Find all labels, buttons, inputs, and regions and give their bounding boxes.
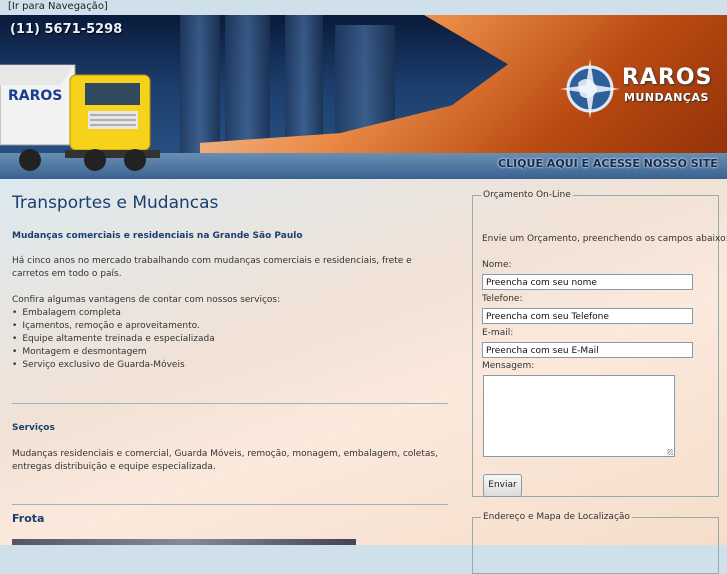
phone-label: Telefone: bbox=[482, 294, 523, 304]
email-input[interactable]: Preencha com seu E-Mail bbox=[482, 342, 693, 358]
services-paragraph: Mudanças residenciais e comercial, Guard… bbox=[12, 449, 438, 472]
quote-form: Orçamento On-Line Envie um Orçamento, pr… bbox=[472, 190, 727, 497]
page-subtitle: Mudanças comerciais e residenciais na Gr… bbox=[12, 231, 303, 241]
intro-paragraph: Há cinco anos no mercado trabalhando com… bbox=[12, 256, 412, 279]
advantages-heading: Confira algumas vantagens de contar com … bbox=[12, 295, 281, 305]
globe-icon bbox=[560, 59, 620, 119]
list-item: Equipe altamente treinada e especializad… bbox=[12, 333, 214, 346]
name-label: Nome: bbox=[482, 260, 512, 270]
skip-navigation-link[interactable]: [Ir para Navegação] bbox=[8, 0, 108, 14]
list-item: Embalagem completa bbox=[12, 307, 215, 320]
raros-logo[interactable]: RAROS MUNDANÇAS bbox=[558, 57, 718, 137]
building-graphic bbox=[180, 15, 220, 155]
name-input[interactable]: Preencha com seu nome bbox=[482, 274, 693, 290]
submit-button[interactable]: Enviar bbox=[483, 474, 522, 497]
message-textarea[interactable] bbox=[483, 375, 675, 457]
divider bbox=[12, 403, 448, 404]
visit-site-link[interactable]: CLIQUE AQUI E ACESSE NOSSO SITE bbox=[498, 157, 718, 170]
divider bbox=[12, 504, 448, 505]
logo-subtitle: MUNDANÇAS bbox=[624, 91, 709, 104]
quote-form-legend: Orçamento On-Line bbox=[483, 190, 571, 200]
services-title: Serviços bbox=[12, 423, 55, 433]
phone-number: (11) 5671-5298 bbox=[10, 22, 123, 37]
fleet-title: Frota bbox=[12, 512, 45, 525]
list-item: Montagem e desmontagem bbox=[12, 346, 215, 359]
phone-input[interactable]: Preencha com seu Telefone bbox=[482, 308, 693, 324]
location-box: Endereço e Mapa de Localização bbox=[472, 512, 719, 574]
logo-title: RAROS bbox=[622, 65, 713, 90]
building-graphic bbox=[285, 15, 323, 155]
advantages-list: Embalagem completa Içamentos, remoção e … bbox=[12, 307, 215, 372]
building-graphic bbox=[225, 15, 270, 155]
truck-image: RAROS bbox=[0, 64, 160, 171]
fleet-image bbox=[12, 539, 356, 545]
quote-form-intro: Envie um Orçamento, preenchendo os campo… bbox=[482, 234, 727, 244]
page-title: Transportes e Mudancas bbox=[12, 193, 219, 213]
resize-grip-icon[interactable] bbox=[667, 449, 673, 455]
list-item: Içamentos, remoção e aproveitamento. bbox=[12, 320, 215, 333]
list-item: Serviço exclusivo de Guarda-Móveis bbox=[12, 359, 215, 372]
truck-brand-text: RAROS bbox=[8, 88, 62, 104]
email-label: E-mail: bbox=[482, 328, 514, 338]
location-box-legend: Endereço e Mapa de Localização bbox=[483, 512, 630, 522]
header-banner[interactable]: (11) 5671-5298 RAROS RAROS MUNDANÇAS CLI… bbox=[0, 15, 727, 179]
message-label: Mensagem: bbox=[482, 361, 535, 371]
